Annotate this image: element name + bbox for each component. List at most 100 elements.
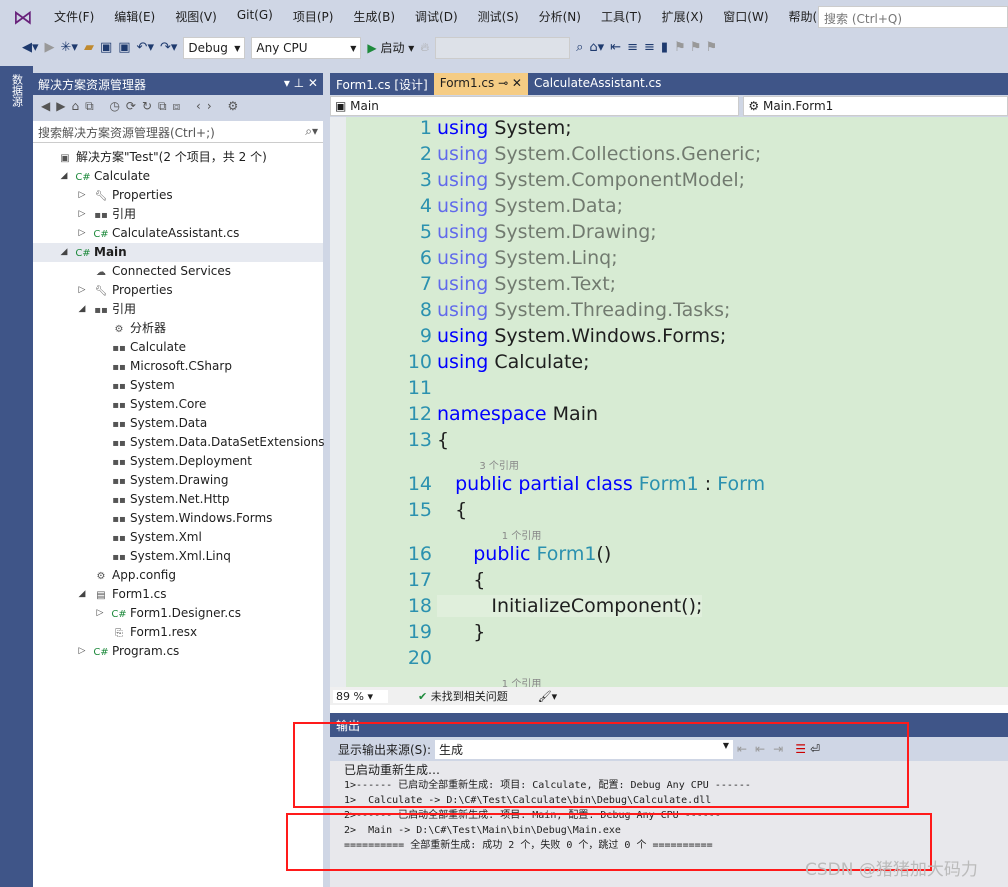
tree-item[interactable]: ▷ 🔧︎ Properties [33, 281, 323, 300]
save-icon[interactable]: ▣ [100, 40, 112, 55]
line-number: 12 [407, 403, 432, 425]
menu-item[interactable]: 窗口(W) [713, 8, 778, 25]
new-project-icon[interactable]: ✳▾ [61, 40, 78, 55]
expanded-arrow-icon[interactable]: ◢ [77, 585, 87, 604]
tree-item[interactable]: ▪▪ Microsoft.CSharp [33, 357, 323, 376]
type-value: Main.Form1 [762, 99, 834, 113]
tree-item[interactable]: ▪▪ System.Xml [33, 528, 323, 547]
menu-item[interactable]: 扩展(X) [652, 8, 714, 25]
tree-item[interactable]: ▷ C# Form1.Designer.cs [33, 604, 323, 623]
back-icon[interactable]: ◀▾ [22, 40, 39, 55]
tree-item[interactable]: ▪▪ System.Data.DataSetExtensions [33, 433, 325, 452]
zoom-dropdown[interactable]: 89 % ▾ [333, 689, 388, 703]
tree-item[interactable]: ▪▪ System.Core [33, 395, 323, 414]
reference-icon: ▪▪ [112, 533, 126, 544]
collapsed-arrow-icon[interactable]: ▷ [77, 281, 87, 300]
tree-item[interactable]: ⚙ 分析器 [33, 319, 323, 338]
tree-item-label: System.Data.DataSetExtensions [130, 435, 325, 449]
close-icon[interactable]: ⊸ ✕ [494, 76, 522, 90]
menu-item[interactable]: 文件(F) [44, 8, 104, 25]
visual-studio-logo-icon[interactable]: ⋈ [10, 6, 36, 28]
tree-item[interactable]: ◢ ▪▪ 引用 [33, 300, 323, 319]
tree-item[interactable]: ▷ C# Program.cs [33, 642, 323, 661]
tree-item[interactable]: ⎘ Form1.resx [33, 623, 323, 642]
csharp-project-icon: C# [75, 248, 91, 259]
menu-item[interactable]: 生成(B) [343, 8, 405, 25]
expanded-arrow-icon[interactable]: ◢ [59, 243, 69, 262]
tree-item[interactable]: ▷ ▪▪ 引用 [33, 205, 323, 224]
tree-item[interactable]: ☁ Connected Services [33, 262, 323, 281]
tree-item[interactable]: ▪▪ System.Deployment [33, 452, 323, 471]
collapsed-arrow-icon[interactable]: ▷ [77, 186, 87, 205]
tree-item[interactable]: ⚙ App.config [33, 566, 323, 585]
collapsed-arrow-icon[interactable]: ▷ [77, 205, 87, 224]
tree-item[interactable]: ▪▪ System.Net.Http [33, 490, 323, 509]
expanded-arrow-icon[interactable]: ◢ [77, 300, 87, 319]
tree-item[interactable]: ▷ 🔧︎ Properties [33, 186, 323, 205]
undo-icon[interactable]: ↶▾ [137, 40, 154, 55]
tree-item[interactable]: ◢ ▤ Form1.cs [33, 585, 323, 604]
start-label: 启动 [380, 41, 405, 55]
tree-item-label: App.config [112, 568, 176, 582]
redo-icon[interactable]: ↷▾ [160, 40, 177, 55]
tree-item[interactable]: ◢ C# Calculate [33, 167, 323, 186]
type-dropdown[interactable]: ⚙ Main.Form1 [743, 96, 1008, 116]
tree-item[interactable]: ▪▪ System.Drawing [33, 471, 323, 490]
save-all-icon[interactable]: ▣ [118, 40, 130, 55]
uncomment-icon[interactable]: ≡ [644, 40, 655, 55]
zoom-value: 89 % [336, 689, 364, 703]
tab-label: Form1.cs [设计] [336, 78, 428, 92]
solution-search-input[interactable]: 搜索解决方案资源管理器(Ctrl+;) ⌕▾ [33, 121, 323, 143]
menu-item[interactable]: 调试(D) [405, 8, 468, 25]
find-in-files-icon[interactable]: ⌕ [576, 40, 583, 55]
expanded-arrow-icon[interactable]: ◢ [59, 167, 69, 186]
comment-icon[interactable]: ≡ [627, 40, 638, 55]
step-icon[interactable]: ⇤ [610, 40, 621, 55]
bookmark-icon[interactable]: ▮ [661, 40, 668, 55]
tree-item[interactable]: ▪▪ System.Data [33, 414, 323, 433]
open-icon[interactable]: ▰ [84, 40, 94, 55]
menu-item[interactable]: 项目(P) [283, 8, 344, 25]
document-tab[interactable]: Form1.cs ⊸ ✕ [433, 73, 528, 95]
reference-count-hint[interactable]: 1 个引用 [502, 675, 542, 687]
pin-close-icons[interactable]: ▾ ⊥ ✕ [284, 76, 318, 92]
target-dropdown[interactable] [435, 36, 571, 59]
tree-item[interactable]: ▷ C# CalculateAssistant.cs [33, 224, 323, 243]
platform-dropdown[interactable]: Any CPU ▼ [251, 36, 362, 59]
menu-item[interactable]: 工具(T) [591, 8, 652, 25]
home-icon[interactable]: ⌂▾ [589, 40, 604, 55]
data-sources-strip[interactable]: 数据源 [0, 66, 33, 887]
menu-item[interactable]: 视图(V) [165, 8, 227, 25]
tree-item-label: Calculate [94, 169, 151, 183]
reference-icon: ▪▪ [112, 476, 126, 487]
solution-toolbar[interactable]: ◀▶⌂⧉ ◷⟳↻⧉⧈ ‹› ⚙ [33, 95, 323, 121]
line-number: 11 [407, 377, 432, 399]
menu-item[interactable]: 分析(N) [529, 8, 591, 25]
code-area[interactable]: 1 using System; 2 using System.Collections.… [330, 117, 1008, 687]
menu-item[interactable]: 编辑(E) [104, 8, 165, 25]
reference-count-hint[interactable]: 3 个引用 [479, 457, 519, 472]
project-dropdown[interactable]: ▣ Main [330, 96, 740, 116]
menu-item[interactable]: 测试(S) [468, 8, 529, 25]
data-sources-tab[interactable]: 数据源 [9, 74, 25, 107]
tree-item[interactable]: ▣ 解决方案"Test"(2 个项目，共 2 个) [33, 148, 323, 167]
collapsed-arrow-icon[interactable]: ▷ [95, 604, 105, 623]
collapsed-arrow-icon[interactable]: ▷ [77, 224, 87, 243]
start-button[interactable]: ▶ 启动 ▾ [367, 39, 414, 56]
document-tab[interactable]: CalculateAssistant.cs [528, 73, 667, 95]
issues-indicator[interactable]: ✔ 未找到相关问题 [418, 688, 508, 704]
bookmark-prev-icon[interactable]: ⚑ ⚑ ⚑ [674, 40, 717, 55]
search-input[interactable]: 搜索 (Ctrl+Q) [818, 6, 1008, 28]
config-dropdown[interactable]: Debug ▼ [183, 36, 246, 59]
cleanup-icon[interactable]: 🖌︎▾ [538, 690, 558, 703]
tree-item[interactable]: ▪▪ Calculate [33, 338, 323, 357]
tree-item[interactable]: ▪▪ System [33, 376, 323, 395]
forward-icon[interactable]: ▶ [45, 40, 55, 55]
tree-item[interactable]: ◢ C# Main [33, 243, 323, 262]
menu-item[interactable]: Git(G) [227, 8, 283, 25]
tree-item[interactable]: ▪▪ System.Xml.Linq [33, 547, 323, 566]
collapsed-arrow-icon[interactable]: ▷ [77, 642, 87, 661]
reference-count-hint[interactable]: 1 个引用 [502, 527, 542, 542]
tree-item[interactable]: ▪▪ System.Windows.Forms [33, 509, 323, 528]
document-tab[interactable]: Form1.cs [设计] [330, 73, 434, 95]
